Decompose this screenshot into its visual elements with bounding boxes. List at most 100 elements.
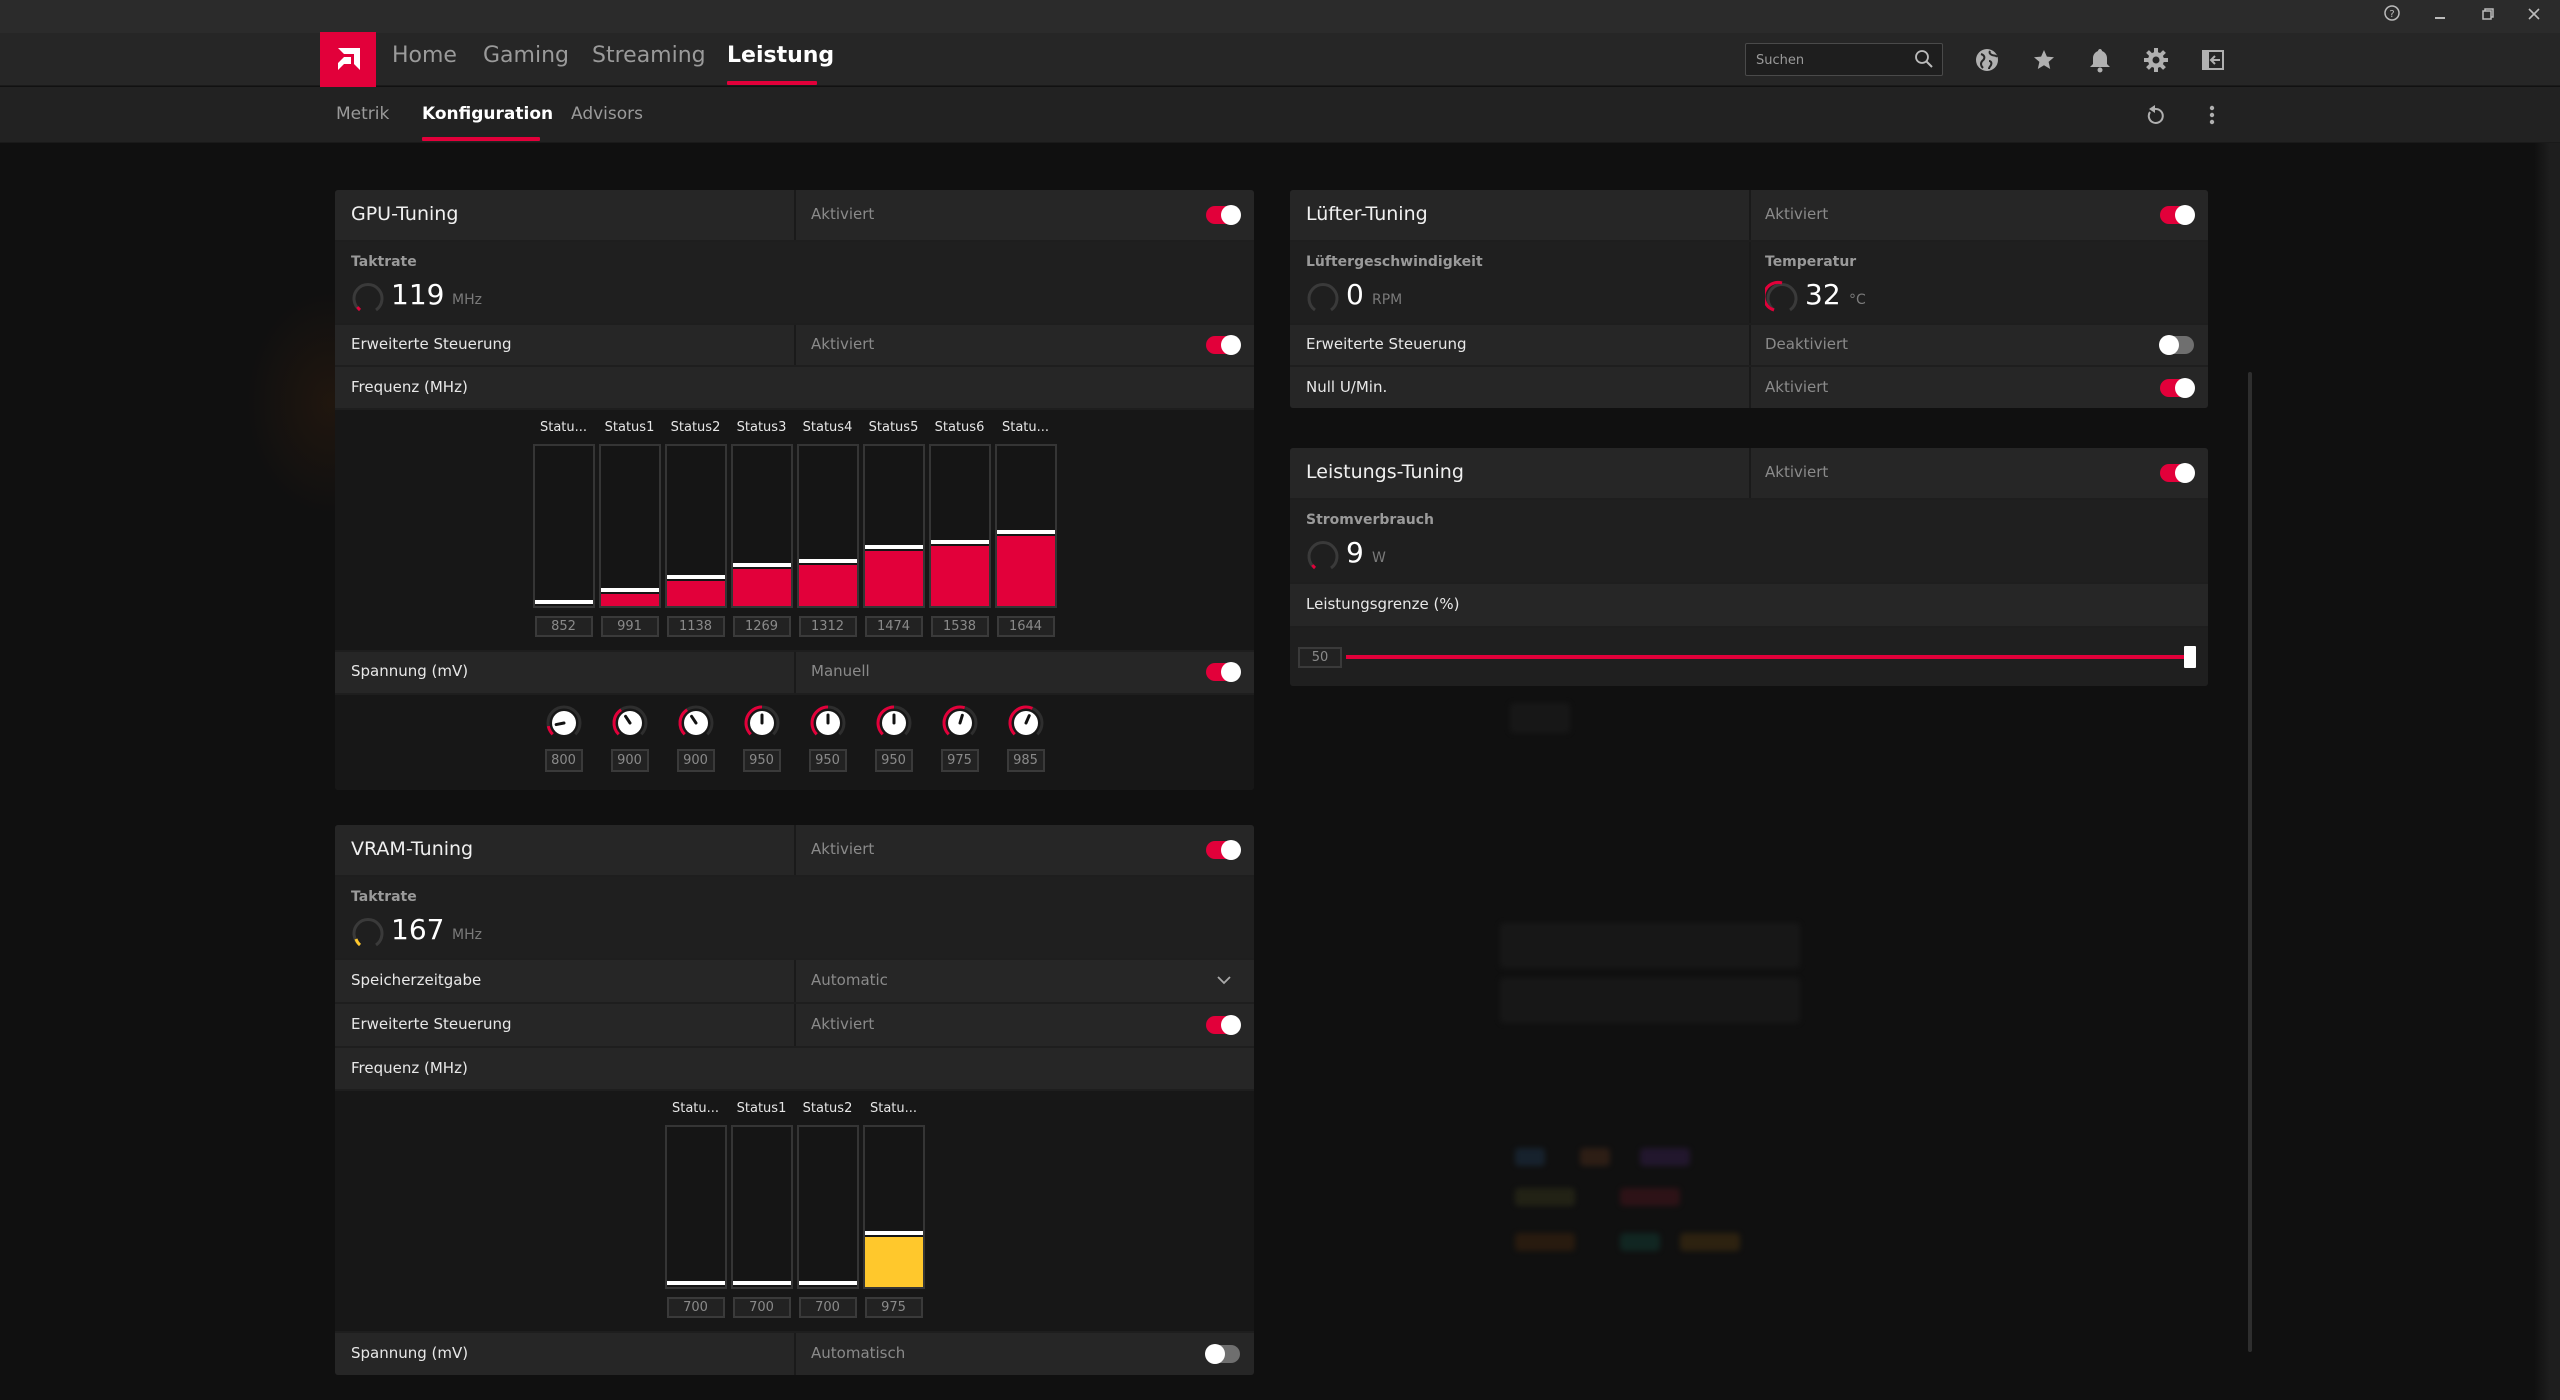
search-input[interactable] — [1756, 50, 1906, 70]
gpu-frequency-bar-slider[interactable] — [532, 444, 595, 608]
gpu-frequency-value-input[interactable]: 1312 — [798, 616, 857, 637]
gpu-voltage-value-input[interactable]: 975 — [940, 749, 979, 772]
vram-frequency-bar-slider[interactable] — [730, 1125, 793, 1289]
gpu-frequency-bar-handle[interactable] — [930, 540, 989, 544]
fan-advanced-toggle[interactable] — [2159, 335, 2194, 355]
vram-advanced-toggle[interactable] — [1206, 1015, 1241, 1035]
gpu-voltage-value-input[interactable]: 950 — [808, 749, 847, 772]
vram-frequency-bar-handle[interactable] — [732, 1281, 791, 1285]
vram-frequency-value-input[interactable]: 700 — [798, 1297, 857, 1318]
gear-icon[interactable] — [2141, 45, 2171, 75]
scrollbar[interactable] — [2248, 372, 2252, 1352]
power-limit-slider[interactable] — [1346, 644, 2196, 670]
gpu-frequency-bar-slider[interactable] — [598, 444, 661, 608]
gpu-advanced-toggle[interactable] — [1206, 335, 1241, 355]
vram-timing-dropdown[interactable]: Automatic — [796, 960, 1254, 1002]
gpu-voltage-value-input[interactable]: 950 — [742, 749, 781, 772]
gpu-frequency-bar-handle[interactable] — [864, 545, 923, 549]
vram-voltage-toggle[interactable] — [1205, 1344, 1240, 1364]
gpu-frequency-bar-slider[interactable] — [664, 444, 727, 608]
voltage-dial[interactable] — [676, 703, 716, 743]
gpu-frequency-bar-slider[interactable] — [796, 444, 859, 608]
gpu-voltage-value-input[interactable]: 900 — [610, 749, 649, 772]
gpu-frequency-value-input[interactable]: 852 — [534, 616, 593, 637]
gpu-frequency-bar-handle[interactable] — [666, 575, 725, 579]
sign-out-icon[interactable] — [2198, 45, 2228, 75]
minimize-icon[interactable] — [2428, 4, 2452, 28]
globe-icon[interactable] — [1972, 45, 2002, 75]
tab-advisors[interactable]: Advisors — [571, 104, 643, 124]
zero-rpm-toggle[interactable] — [2160, 378, 2195, 398]
gpu-frequency-value-input[interactable]: 1269 — [732, 616, 791, 637]
gpu-frequency-bar-handle[interactable] — [534, 600, 593, 604]
gpu-frequency-bar-slider[interactable] — [994, 444, 1057, 608]
gpu-frequency-bar-slider[interactable] — [928, 444, 991, 608]
vram-frequency-value-input[interactable]: 700 — [666, 1297, 725, 1318]
gpu-frequency-value-input[interactable]: 1538 — [930, 616, 989, 637]
vram-frequency-bar-slider[interactable] — [796, 1125, 859, 1289]
gpu-frequency-bar-handle[interactable] — [798, 559, 857, 563]
gpu-voltage-toggle[interactable] — [1206, 662, 1241, 682]
vram-frequency-value-input[interactable]: 975 — [864, 1297, 923, 1318]
gpu-voltage-dials: 800 900 900 950 950 950 975 985 — [335, 695, 1254, 790]
search-box[interactable] — [1745, 43, 1943, 76]
star-icon[interactable] — [2029, 45, 2059, 75]
power-limit-header: Leistungsgrenze (%) — [1290, 584, 2208, 626]
restore-icon[interactable] — [2476, 4, 2500, 28]
vram-clock-value: 167 — [391, 913, 445, 946]
vram-timing-label: Speicherzeitgabe — [351, 971, 482, 989]
gpu-frequency-bar-slider[interactable] — [862, 444, 925, 608]
vram-frequency-bar-slider[interactable] — [862, 1125, 925, 1289]
nav-home[interactable]: Home — [392, 43, 457, 68]
vram-frequency-bar-slider[interactable] — [664, 1125, 727, 1289]
nav-leistung[interactable]: Leistung — [727, 43, 834, 68]
reset-icon[interactable] — [2140, 100, 2170, 130]
gpu-frequency-value-input[interactable]: 1644 — [996, 616, 1055, 637]
voltage-dial[interactable] — [1006, 703, 1046, 743]
gpu-tuning-toggle[interactable] — [1206, 205, 1241, 225]
power-tuning-toggle[interactable] — [2160, 463, 2195, 483]
vram-frequency-state-label: Statu... — [869, 1101, 918, 1116]
vram-clock-row: Taktrate 167 MHz — [335, 877, 1254, 958]
power-limit-slider-row: 50 — [1290, 628, 2208, 686]
search-icon[interactable] — [1914, 49, 1934, 73]
gpu-frequency-value-input[interactable]: 991 — [600, 616, 659, 637]
nav-gaming[interactable]: Gaming — [483, 43, 569, 68]
gpu-frequency-bar-handle[interactable] — [732, 563, 791, 567]
vram-tuning-toggle[interactable] — [1206, 840, 1241, 860]
amd-logo[interactable] — [320, 32, 376, 87]
gpu-frequency-value-input[interactable]: 1138 — [666, 616, 725, 637]
vram-frequency-bar-handle[interactable] — [798, 1281, 857, 1285]
fan-tuning-toggle[interactable] — [2160, 205, 2195, 225]
temperature-label: Temperatur — [1765, 254, 1857, 270]
gpu-frequency-bar-handle[interactable] — [600, 588, 659, 592]
vram-frequency-bar-handle[interactable] — [864, 1231, 923, 1235]
gpu-frequency-label: Frequenz (MHz) — [351, 378, 468, 396]
gpu-voltage-value-input[interactable]: 800 — [544, 749, 583, 772]
close-icon[interactable] — [2522, 4, 2546, 28]
vram-advanced-row: Erweiterte Steuerung Aktiviert — [335, 1004, 1254, 1046]
nav-streaming[interactable]: Streaming — [592, 43, 706, 68]
gpu-voltage-value-input[interactable]: 900 — [676, 749, 715, 772]
tab-konfiguration[interactable]: Konfiguration — [422, 104, 553, 124]
more-options-icon[interactable] — [2197, 100, 2227, 130]
voltage-dial[interactable] — [874, 703, 914, 743]
voltage-dial[interactable] — [940, 703, 980, 743]
tab-metrik[interactable]: Metrik — [336, 104, 389, 124]
power-limit-value[interactable]: 50 — [1298, 647, 1342, 668]
temperature-value: 32 — [1805, 278, 1841, 311]
power-limit-thumb[interactable] — [2184, 646, 2196, 668]
voltage-dial[interactable] — [610, 703, 650, 743]
voltage-dial[interactable] — [544, 703, 584, 743]
gpu-voltage-value-input[interactable]: 950 — [874, 749, 913, 772]
voltage-dial[interactable] — [742, 703, 782, 743]
vram-frequency-bar-handle[interactable] — [666, 1281, 725, 1285]
bell-icon[interactable] — [2085, 45, 2115, 75]
gpu-frequency-bar-handle[interactable] — [996, 530, 1055, 534]
gpu-voltage-value-input[interactable]: 985 — [1006, 749, 1045, 772]
gpu-frequency-value-input[interactable]: 1474 — [864, 616, 923, 637]
help-icon[interactable]: ? — [2380, 4, 2404, 28]
gpu-frequency-bar-slider[interactable] — [730, 444, 793, 608]
voltage-dial[interactable] — [808, 703, 848, 743]
vram-frequency-value-input[interactable]: 700 — [732, 1297, 791, 1318]
